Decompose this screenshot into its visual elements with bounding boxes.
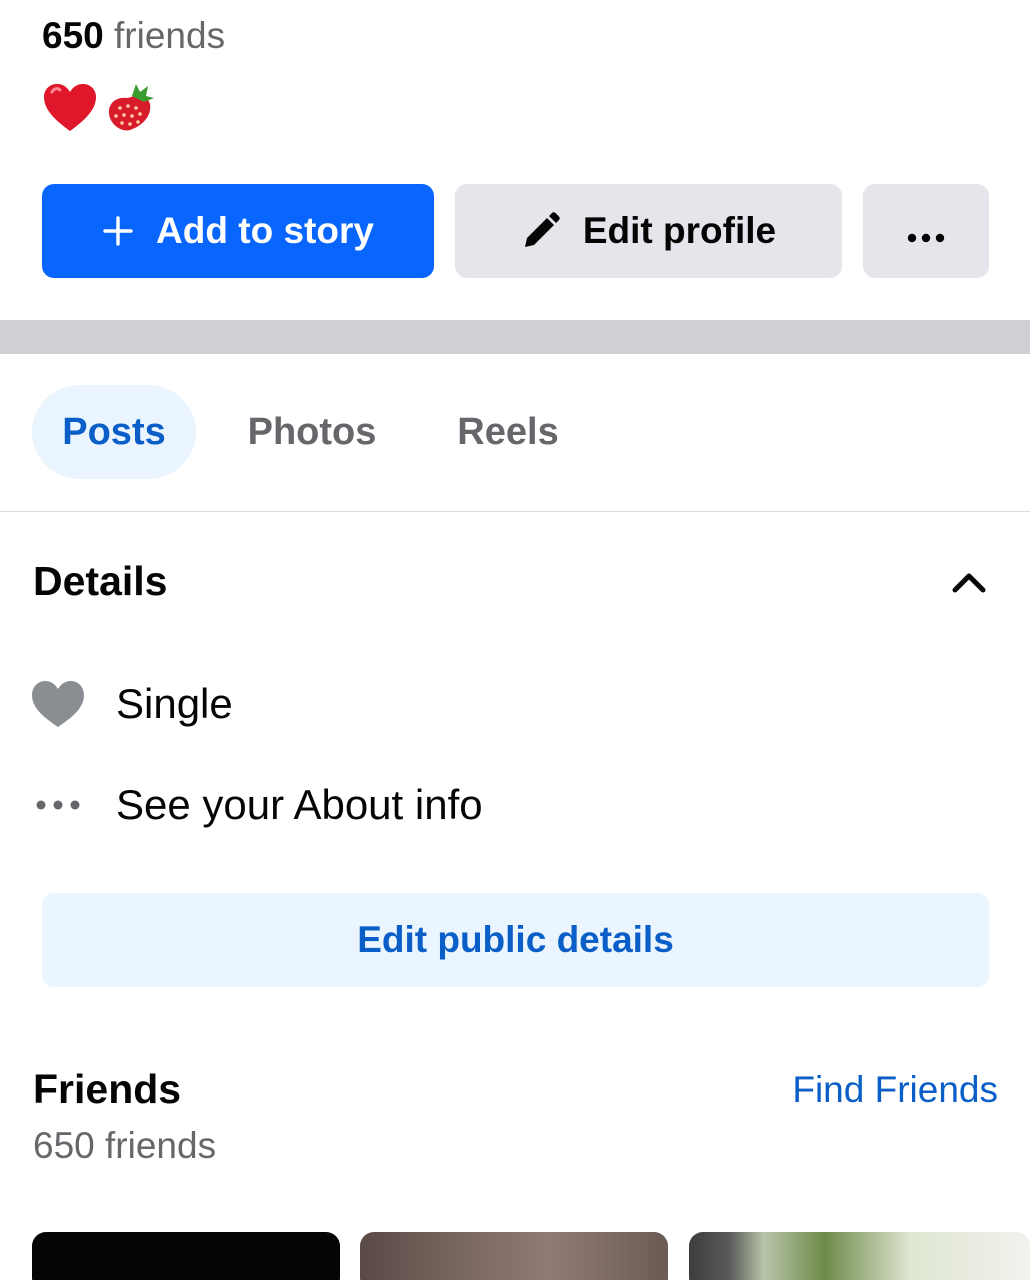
friend-photo[interactable] <box>360 1232 668 1280</box>
strawberry-emoji-icon <box>102 80 158 136</box>
heart-icon <box>30 676 86 732</box>
edit-public-details-button[interactable]: Edit public details <box>42 893 989 987</box>
ellipsis-icon <box>30 777 86 833</box>
add-to-story-button[interactable]: Add to story <box>42 184 434 278</box>
chevron-up-icon[interactable] <box>950 565 988 599</box>
friends-count[interactable]: 650 friends <box>42 14 225 58</box>
friend-photo[interactable] <box>32 1232 340 1280</box>
friends-section-title: Friends <box>33 1066 182 1112</box>
about-info-text: See your About info <box>116 781 483 828</box>
more-options-button[interactable] <box>863 184 989 278</box>
tab-reels[interactable]: Reels <box>440 385 576 479</box>
heart-emoji-icon <box>42 80 98 136</box>
detail-relationship: Single <box>30 676 233 732</box>
add-to-story-label: Add to story <box>156 210 374 251</box>
find-friends-link[interactable]: Find Friends <box>792 1068 998 1112</box>
friends-count-label: friends <box>114 15 226 56</box>
friends-count-number: 650 <box>42 15 104 56</box>
friends-count-subtitle: 650 friends <box>33 1125 217 1166</box>
tab-posts[interactable]: Posts <box>32 385 196 479</box>
section-divider <box>0 320 1030 354</box>
friend-photo[interactable] <box>689 1232 1030 1280</box>
ellipsis-icon <box>907 210 945 252</box>
edit-profile-label: Edit profile <box>582 210 777 251</box>
profile-bio <box>42 80 158 136</box>
relationship-status-text: Single <box>116 680 233 727</box>
pencil-icon <box>521 211 561 251</box>
plus-icon <box>102 215 134 247</box>
detail-about-info[interactable]: See your About info <box>30 777 483 833</box>
tab-photos[interactable]: Photos <box>232 385 392 479</box>
details-title: Details <box>33 558 168 604</box>
edit-profile-button[interactable]: Edit profile <box>455 184 842 278</box>
tabs-divider <box>0 511 1030 512</box>
profile-page: 650 friends Add to story Edit profile Po… <box>0 0 1030 1280</box>
